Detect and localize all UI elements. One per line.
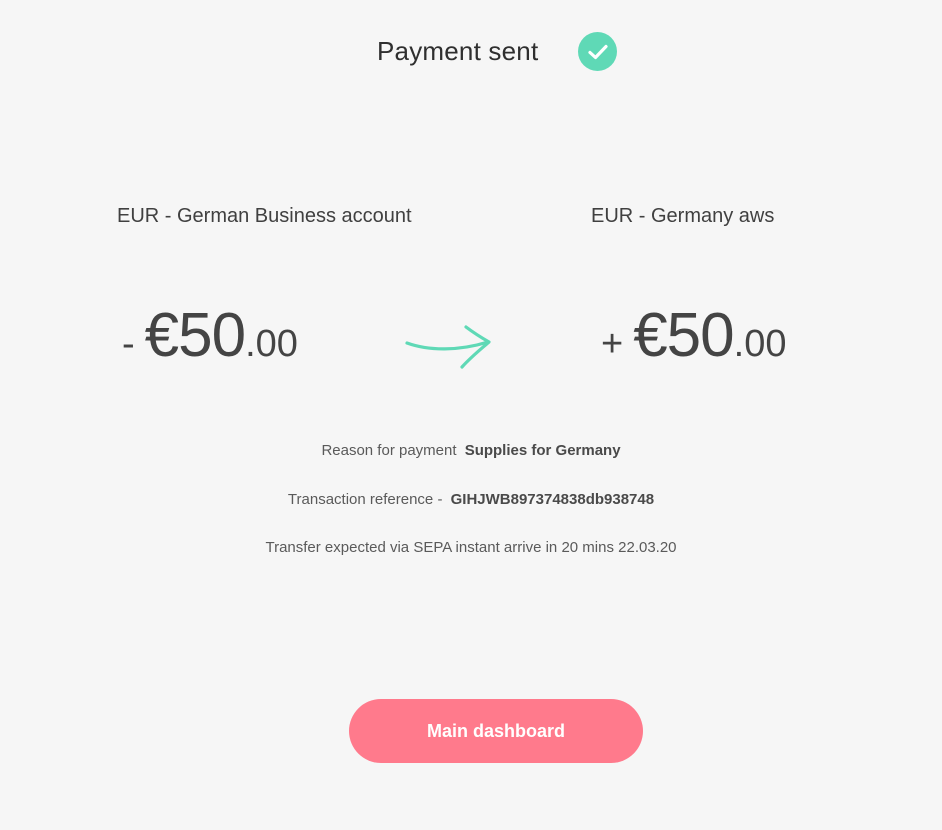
check-icon <box>578 32 617 71</box>
credit-amount: + €50 .00 <box>601 300 786 371</box>
to-account-label: EUR - Germany aws <box>591 205 775 227</box>
debit-sign: - <box>122 323 135 365</box>
credit-sign: + <box>601 323 624 365</box>
debit-amount-major: €50 <box>144 301 246 370</box>
credit-amount-major: €50 <box>633 301 734 370</box>
from-account-label: EUR - German Business account <box>117 205 412 227</box>
debit-amount-minor: .00 <box>245 323 298 365</box>
credit-amount-minor: .00 <box>733 323 787 365</box>
reason-value: Supplies for Germany <box>464 442 621 459</box>
transfer-info: Transfer expected via SEPA instant arriv… <box>265 539 677 556</box>
transaction-reference: Transaction reference - GIHJWB897374838d… <box>0 491 942 508</box>
reference-value: GIHJWB897374838db938748 <box>450 491 655 508</box>
confirmation-header: Payment sent <box>0 30 942 74</box>
reference-label: Transaction reference - <box>287 491 443 508</box>
arrow-right-icon <box>404 323 494 378</box>
main-dashboard-button[interactable]: Main dashboard <box>349 699 643 763</box>
debit-amount: - €50 .00 <box>122 300 298 371</box>
page-title: Payment sent <box>377 36 539 66</box>
payment-reason: Reason for payment Supplies for Germany <box>0 442 942 459</box>
reason-label: Reason for payment <box>321 442 457 459</box>
